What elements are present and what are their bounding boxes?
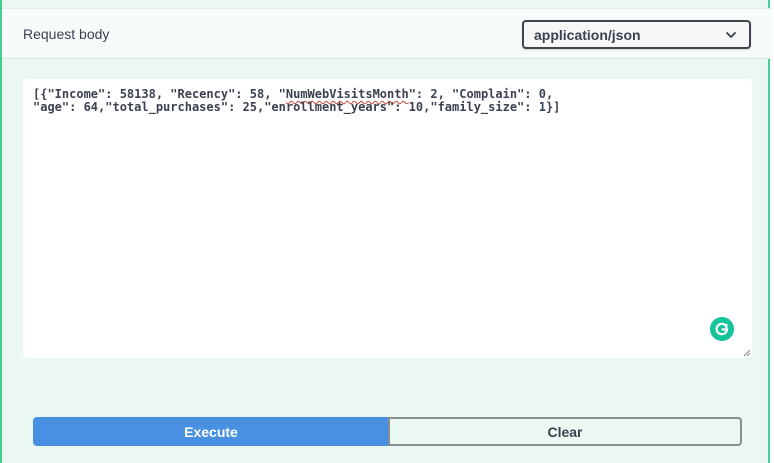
request-body-panel: Request body application/json [{"Income"… bbox=[0, 0, 772, 463]
chevron-down-icon bbox=[726, 31, 736, 38]
request-body-editor[interactable]: [{"Income": 58138, "Recency": 58, "NumWe… bbox=[23, 79, 752, 358]
request-body-code: [{"Income": 58138, "Recency": 58, "NumWe… bbox=[33, 88, 733, 114]
code-line1-end: ": 2, "Complain": 0, bbox=[408, 87, 554, 101]
content-type-value: application/json bbox=[534, 26, 641, 43]
code-line2: "age": 64,"total_purchases": 25,"enrollm… bbox=[33, 100, 561, 114]
request-body-title: Request body bbox=[23, 26, 110, 42]
content-type-select[interactable]: application/json bbox=[522, 20, 751, 49]
code-line1-start: [{"Income": 58138, "Recency": 58, " bbox=[33, 87, 286, 101]
execute-button[interactable]: Execute bbox=[33, 417, 389, 446]
request-body-header: Request body application/json bbox=[2, 8, 772, 59]
clear-button[interactable]: Clear bbox=[388, 417, 742, 446]
spellcheck-flagged-word: NumWebVisitsMonth bbox=[285, 87, 409, 101]
resize-handle-icon[interactable] bbox=[743, 349, 751, 357]
grammarly-icon[interactable] bbox=[710, 317, 734, 341]
